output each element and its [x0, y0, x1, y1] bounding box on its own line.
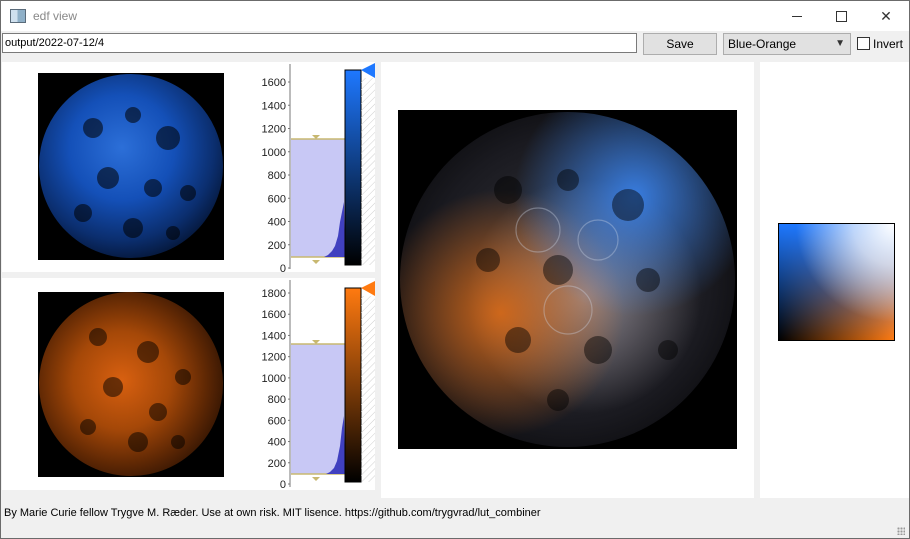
histogram-range [291, 139, 345, 257]
lut-arrow-icon[interactable] [361, 63, 375, 78]
combined-cells [476, 169, 678, 411]
axis-tick-label: 0 [280, 263, 286, 272]
channel-2-panel: 1800 1600 1400 1200 1000 800 600 400 200 0 [2, 278, 375, 490]
channel-2-cells [80, 328, 191, 452]
lut-2d-square [778, 223, 895, 341]
channel-2-image [38, 292, 224, 477]
axis-tick-label: 400 [268, 437, 286, 449]
axis-tick-label: 600 [268, 415, 286, 427]
lut-gradient-bar [344, 69, 362, 266]
close-button[interactable]: ✕ [863, 1, 909, 31]
axis-tick-label: 1400 [262, 330, 286, 342]
axis-tick-label: 1000 [262, 147, 286, 159]
app-window: edf view ✕ Save Blue-Orange ▼ Invert 160… [0, 0, 910, 539]
axis-tick-label: 0 [280, 479, 286, 490]
lut-gradient-bar [344, 287, 362, 483]
axis-tick-label: 1200 [262, 124, 286, 136]
axis-tick-label: 800 [268, 394, 286, 406]
minimize-button[interactable] [774, 1, 820, 31]
axis-tick-label: 1600 [262, 77, 286, 89]
axis-tick-label: 1200 [262, 352, 286, 364]
axis-tick-label: 1600 [262, 309, 286, 321]
axis-tick-label: 200 [268, 458, 286, 470]
status-bar-text: By Marie Curie fellow Trygve M. Ræder. U… [4, 507, 541, 519]
lut-2d-panel [760, 62, 909, 498]
channel-1-image [38, 73, 224, 260]
channel-2-histogram: 1800 1600 1400 1200 1000 800 600 400 200 0 [262, 280, 375, 490]
maximize-icon [835, 10, 847, 22]
invert-label[interactable]: Invert [873, 37, 903, 51]
lut-arrow-icon[interactable] [361, 281, 375, 296]
path-input[interactable] [2, 33, 637, 53]
close-icon: ✕ [880, 7, 892, 24]
maximize-button[interactable] [818, 1, 864, 31]
channel-1-cells [74, 107, 196, 240]
axis-tick-label: 1400 [262, 100, 286, 112]
lut-2d-highlight [779, 224, 894, 340]
scroll-area[interactable] [361, 296, 375, 482]
channel-1-histogram: 1600 1400 1200 1000 800 600 400 200 0 [262, 63, 375, 272]
min-handle-icon[interactable] [312, 477, 320, 481]
window-title: edf view [33, 9, 78, 23]
resize-grip-icon[interactable] [897, 527, 905, 535]
combined-panel [381, 62, 754, 498]
app-icon [10, 9, 26, 23]
axis-tick-label: 600 [268, 193, 286, 205]
axis-tick-label: 1800 [262, 288, 286, 300]
lut-select[interactable]: Blue-Orange ▼ [723, 33, 851, 55]
min-handle-icon[interactable] [312, 260, 320, 264]
title-bar: edf view ✕ [1, 1, 909, 31]
chevron-down-icon: ▼ [835, 38, 845, 49]
lut-select-value: Blue-Orange [728, 37, 797, 51]
combined-image [398, 110, 737, 449]
channel-1-panel: 1600 1400 1200 1000 800 600 400 200 0 [2, 62, 375, 272]
minimize-icon [792, 15, 802, 17]
scroll-area[interactable] [361, 78, 375, 265]
axis-tick-label: 400 [268, 217, 286, 229]
invert-checkbox[interactable] [857, 37, 870, 50]
axis-tick-label: 200 [268, 240, 286, 252]
histogram-range [291, 344, 345, 474]
axis-tick-label: 1000 [262, 373, 286, 385]
save-button[interactable]: Save [643, 33, 717, 55]
axis-tick-label: 800 [268, 170, 286, 182]
